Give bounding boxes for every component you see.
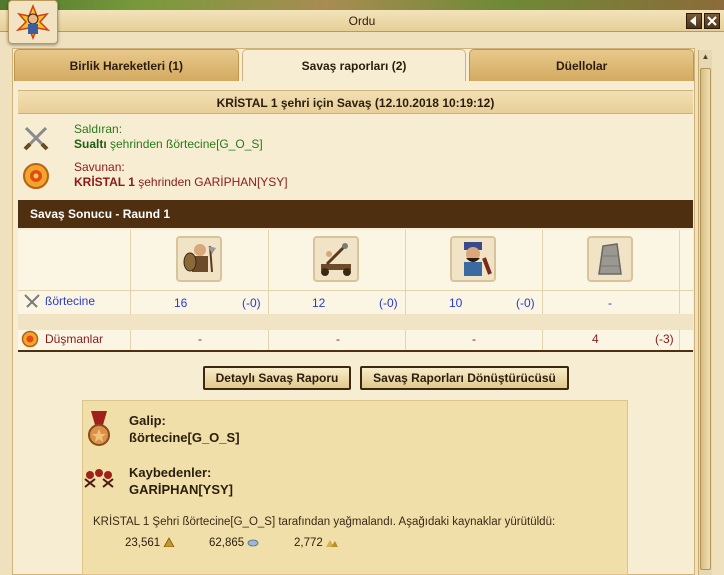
enemy-troops-name: Düşmanlar [45, 332, 104, 346]
grain-icon [163, 537, 175, 547]
attacker-label: Saldıran: [74, 122, 123, 136]
attacker-row: Saldıran: Sualtı şehrinden ßörtecine[G_O… [22, 122, 682, 156]
close-icon [707, 16, 717, 26]
column-divider [679, 230, 680, 352]
shield-icon [21, 330, 39, 348]
attacker-troops-name[interactable]: ßörtecine [45, 294, 95, 308]
loser-name[interactable]: GARİPHAN[YSY] [129, 482, 233, 497]
resource-coin: 62,865 [209, 537, 259, 549]
defeated-soldiers-icon [84, 469, 114, 488]
detailed-report-button[interactable]: Detaylı Savaş Raporu [203, 366, 351, 390]
attacker-unit-1-count: 16 [174, 296, 188, 310]
resource-stone: 2,772 [294, 537, 338, 549]
defender-row: Savunan: KRİSTAL 1 şehrinden GARİPHAN[YS… [22, 160, 682, 194]
medal-icon [88, 411, 110, 446]
defender-value: KRİSTAL 1 şehrinden GARİPHAN[YSY] [74, 175, 288, 189]
window-titlebar: Ordu [0, 10, 724, 32]
column-divider [542, 230, 543, 352]
coin-icon [247, 539, 259, 547]
axe-warrior-unit-icon[interactable] [176, 236, 222, 282]
enemy-unit-4-count: 4 [592, 332, 599, 346]
army-badge-icon [8, 0, 58, 44]
shield-icon [23, 163, 49, 189]
loot-description: KRİSTAL 1 Şehri ßörtecine[G_O_S] tarafın… [93, 516, 556, 528]
enemy-unit-4-loss: (-3) [655, 332, 674, 346]
arrow-left-icon [690, 16, 696, 26]
battle-result-header: Savaş Sonucu - Raund 1 [18, 200, 693, 228]
report-converter-button[interactable]: Savaş Raporları Dönüştürücüsü [360, 366, 569, 390]
winner-label: Galip: [129, 413, 166, 428]
defender-label: Savunan: [74, 160, 125, 174]
attacker-unit-2-count: 12 [312, 296, 326, 310]
crossed-swords-icon [24, 294, 40, 308]
resource-coin-amount: 62,865 [209, 537, 245, 549]
tab-battle-reports[interactable]: Savaş raporları (2) [241, 49, 467, 81]
row-spacer [18, 314, 693, 330]
attacker-unit-3-loss: (-0) [516, 296, 535, 310]
resource-grain: 23,561 [125, 537, 175, 549]
enemy-unit-3-count: - [472, 332, 476, 346]
attacker-from-text: şehrinden [106, 137, 167, 151]
attacker-unit-1-loss: (-0) [242, 296, 261, 310]
game-background-strip [0, 0, 724, 10]
close-button[interactable] [704, 13, 720, 29]
attacker-unit-3-count: 10 [449, 296, 463, 310]
scrollbar-thumb[interactable] [700, 68, 711, 570]
resource-stone-amount: 2,772 [294, 537, 323, 549]
row-divider [18, 290, 693, 291]
tab-duels[interactable]: Düellolar [469, 49, 695, 81]
window-title: Ordu [348, 14, 376, 28]
swordsman-unit-icon[interactable] [450, 236, 496, 282]
back-button[interactable] [686, 13, 702, 29]
scrollbar[interactable]: ▲ [698, 50, 712, 575]
attacker-city-link[interactable]: Sualtı [74, 137, 107, 151]
winner-name[interactable]: ßörtecine[G_O_S] [129, 430, 240, 445]
attacker-player-link[interactable]: ßörtecine[G_O_S] [166, 137, 263, 151]
attacker-unit-4-count: - [608, 296, 612, 310]
enemy-unit-2-count: - [336, 332, 340, 346]
catapult-unit-icon[interactable] [313, 236, 359, 282]
defender-player-link[interactable]: GARİPHAN[YSY] [194, 175, 287, 189]
report-title: KRİSTAL 1 şehri için Savaş (12.10.2018 1… [18, 90, 693, 114]
defender-from-text: şehrinden [134, 175, 195, 189]
battle-table: ßörtecine 16 (-0) 12 (-0) 10 (-0) - Düşm… [18, 230, 693, 352]
battle-summary: Galip: ßörtecine[G_O_S] Kaybedenler: GAR… [82, 400, 628, 575]
resource-grain-amount: 23,561 [125, 537, 161, 549]
column-divider [405, 230, 406, 352]
scroll-up-arrow-icon[interactable]: ▲ [699, 50, 712, 64]
stone-icon [325, 540, 338, 547]
table-bottom-rule [18, 350, 693, 352]
column-divider [268, 230, 269, 352]
tab-unit-movements[interactable]: Birlik Hareketleri (1) [14, 49, 239, 81]
enemy-unit-1-count: - [198, 332, 202, 346]
tab-bar: Birlik Hareketleri (1) Savaş raporları (… [14, 49, 695, 81]
column-divider [130, 230, 131, 352]
crossed-swords-icon [23, 126, 49, 151]
losers-label: Kaybedenler: [129, 465, 212, 480]
attacker-value: Sualtı şehrinden ßörtecine[G_O_S] [74, 137, 263, 151]
defender-city-link[interactable]: KRİSTAL 1 [74, 175, 135, 189]
attacker-unit-2-loss: (-0) [379, 296, 398, 310]
wall-unit-icon[interactable] [587, 236, 633, 282]
